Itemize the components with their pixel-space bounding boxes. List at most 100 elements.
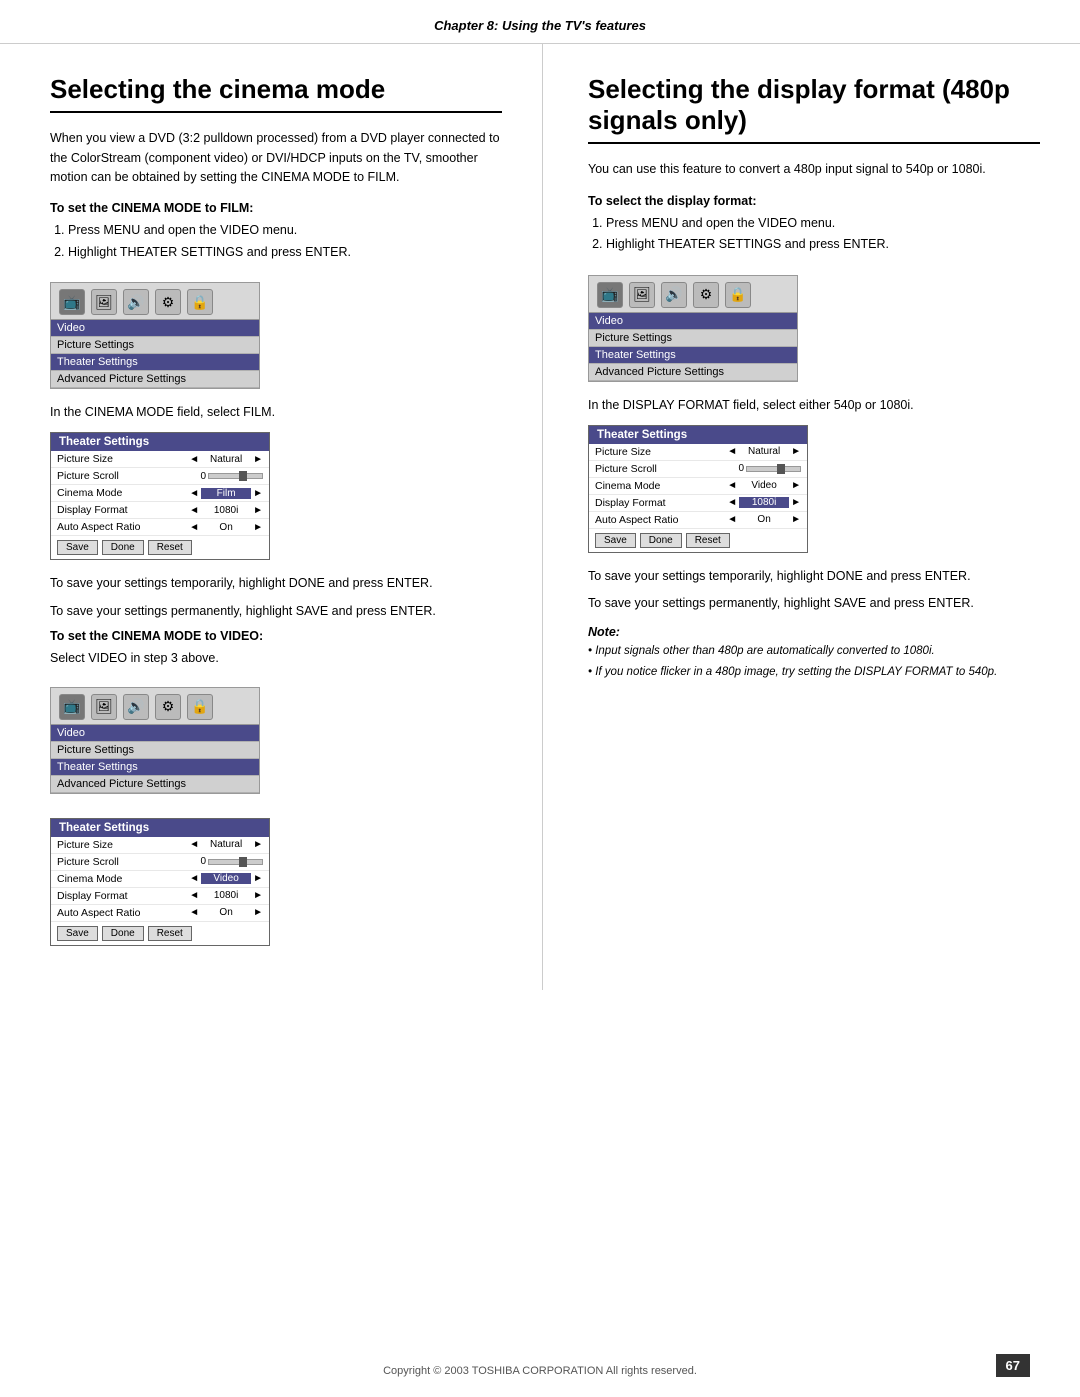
page-wrapper: Chapter 8: Using the TV's features Selec… bbox=[0, 0, 1080, 1397]
theater-row-size-video: Picture Size ◄ Natural ► bbox=[51, 837, 269, 854]
done-btn-1080[interactable]: Done bbox=[640, 533, 682, 548]
chapter-title: Chapter 8: Using the TV's features bbox=[434, 18, 646, 33]
right-step-1-2: Highlight THEATER SETTINGS and press ENT… bbox=[606, 235, 1040, 254]
menu-item-advanced-2: Advanced Picture Settings bbox=[51, 776, 259, 793]
right-menu-icon-4: ⚙ bbox=[693, 282, 719, 308]
theater-box-1080: Theater Settings Picture Size ◄ Natural … bbox=[588, 425, 808, 553]
left-intro: When you view a DVD (3:2 pulldown proces… bbox=[50, 129, 502, 187]
menu-icon-video: 📺 bbox=[59, 289, 85, 315]
right-steps-1: Press MENU and open the VIDEO menu. High… bbox=[606, 214, 1040, 255]
right-section1-heading: To select the display format: bbox=[588, 194, 1040, 208]
right-section-title: Selecting the display format (480p signa… bbox=[588, 74, 1040, 144]
save-btn-1080[interactable]: Save bbox=[595, 533, 636, 548]
right-menu-item-theater: Theater Settings bbox=[589, 347, 797, 364]
menu-item-picture-settings-2: Picture Settings bbox=[51, 742, 259, 759]
theater-box-video: Theater Settings Picture Size ◄ Natural … bbox=[50, 818, 270, 946]
right-step4a: To save your settings temporarily, highl… bbox=[588, 567, 1040, 586]
theater-header-film: Theater Settings bbox=[51, 433, 269, 451]
right-intro: You can use this feature to convert a 48… bbox=[588, 160, 1040, 179]
left-menu-screenshot-2: 📺 🖼 🔊 ⚙ 🔒 Video Picture Settings Theater… bbox=[50, 687, 260, 794]
theater-row-scroll-video: Picture Scroll 0 bbox=[51, 854, 269, 871]
right-menu-icon-video: 📺 bbox=[597, 282, 623, 308]
menu-icon-3b: 🔊 bbox=[123, 694, 149, 720]
note-label: Note: bbox=[588, 625, 620, 639]
theater-row-display-1080: Display Format ◄ 1080i ► bbox=[589, 495, 807, 512]
menu-icon-video-2: 📺 bbox=[59, 694, 85, 720]
right-menu-icons-bar: 📺 🖼 🔊 ⚙ 🔒 bbox=[589, 276, 797, 312]
theater-row-display-video: Display Format ◄ 1080i ► bbox=[51, 888, 269, 905]
theater-buttons-film: Save Done Reset bbox=[51, 536, 269, 559]
note-line-1: • Input signals other than 480p are auto… bbox=[588, 643, 1040, 660]
theater-row-scroll-film: Picture Scroll 0 bbox=[51, 468, 269, 485]
left-step3-film: In the CINEMA MODE field, select FILM. bbox=[50, 403, 502, 422]
note-section: Note: • Input signals other than 480p ar… bbox=[588, 624, 1040, 682]
theater-row-cinema-video: Cinema Mode ◄ Video ► bbox=[51, 871, 269, 888]
menu-icon-4b: ⚙ bbox=[155, 694, 181, 720]
theater-row-cinema-1080: Cinema Mode ◄ Video ► bbox=[589, 478, 807, 495]
right-step-1-1: Press MENU and open the VIDEO menu. bbox=[606, 214, 1040, 233]
left-step4b: To save your settings permanently, highl… bbox=[50, 602, 502, 621]
page-header: Chapter 8: Using the TV's features bbox=[0, 0, 1080, 44]
right-menu-icon-2: 🖼 bbox=[629, 282, 655, 308]
left-section2-intro: Select VIDEO in step 3 above. bbox=[50, 649, 502, 668]
theater-header-1080: Theater Settings bbox=[589, 426, 807, 444]
menu-icon-4: ⚙ bbox=[155, 289, 181, 315]
left-step4a: To save your settings temporarily, highl… bbox=[50, 574, 502, 593]
menu-icon-5: 🔒 bbox=[187, 289, 213, 315]
theater-row-aspect-video: Auto Aspect Ratio ◄ On ► bbox=[51, 905, 269, 922]
menu-icon-3: 🔊 bbox=[123, 289, 149, 315]
right-menu-body: Video Picture Settings Theater Settings … bbox=[589, 312, 797, 381]
menu-body-2: Video Picture Settings Theater Settings … bbox=[51, 724, 259, 793]
menu-item-theater-settings-2: Theater Settings bbox=[51, 759, 259, 776]
theater-buttons-1080: Save Done Reset bbox=[589, 529, 807, 552]
reset-btn-1080[interactable]: Reset bbox=[686, 533, 730, 548]
done-btn-video[interactable]: Done bbox=[102, 926, 144, 941]
menu-icons-bar-2: 📺 🖼 🔊 ⚙ 🔒 bbox=[51, 688, 259, 724]
note-line-2: • If you notice flicker in a 480p image,… bbox=[588, 664, 1040, 681]
theater-row-aspect-film: Auto Aspect Ratio ◄ On ► bbox=[51, 519, 269, 536]
left-section-title: Selecting the cinema mode bbox=[50, 74, 502, 113]
done-btn-film[interactable]: Done bbox=[102, 540, 144, 555]
menu-icon-2b: 🖼 bbox=[91, 694, 117, 720]
save-btn-film[interactable]: Save bbox=[57, 540, 98, 555]
menu-item-picture-settings: Picture Settings bbox=[51, 337, 259, 354]
theater-row-cinema-film: Cinema Mode ◄ Film ► bbox=[51, 485, 269, 502]
page-footer: Copyright © 2003 TOSHIBA CORPORATION All… bbox=[0, 1365, 1080, 1377]
reset-btn-video[interactable]: Reset bbox=[148, 926, 192, 941]
theater-row-scroll-1080: Picture Scroll 0 bbox=[589, 461, 807, 478]
theater-row-size-1080: Picture Size ◄ Natural ► bbox=[589, 444, 807, 461]
menu-label-2: Video bbox=[51, 725, 259, 742]
left-step-1-2: Highlight THEATER SETTINGS and press ENT… bbox=[68, 243, 502, 262]
theater-header-video: Theater Settings bbox=[51, 819, 269, 837]
theater-row-display-film: Display Format ◄ 1080i ► bbox=[51, 502, 269, 519]
right-menu-label: Video bbox=[589, 313, 797, 330]
left-step-1-1: Press MENU and open the VIDEO menu. bbox=[68, 221, 502, 240]
left-column: Selecting the cinema mode When you view … bbox=[0, 44, 543, 990]
right-menu-icon-3: 🔊 bbox=[661, 282, 687, 308]
right-menu-icon-5: 🔒 bbox=[725, 282, 751, 308]
left-steps-1: Press MENU and open the VIDEO menu. High… bbox=[68, 221, 502, 262]
right-menu-item-picture: Picture Settings bbox=[589, 330, 797, 347]
left-menu-screenshot-1: 📺 🖼 🔊 ⚙ 🔒 Video Picture Settings Theater… bbox=[50, 282, 260, 389]
menu-body-1: Video Picture Settings Theater Settings … bbox=[51, 319, 259, 388]
menu-item-advanced: Advanced Picture Settings bbox=[51, 371, 259, 388]
theater-row-aspect-1080: Auto Aspect Ratio ◄ On ► bbox=[589, 512, 807, 529]
save-btn-video[interactable]: Save bbox=[57, 926, 98, 941]
footer-copyright: Copyright © 2003 TOSHIBA CORPORATION All… bbox=[0, 1365, 1080, 1377]
menu-icon-5b: 🔒 bbox=[187, 694, 213, 720]
reset-btn-film[interactable]: Reset bbox=[148, 540, 192, 555]
left-section1-heading: To set the CINEMA MODE to FILM: bbox=[50, 201, 502, 215]
right-step4b: To save your settings permanently, highl… bbox=[588, 594, 1040, 613]
left-section2-heading: To set the CINEMA MODE to VIDEO: bbox=[50, 629, 502, 643]
menu-item-theater-settings: Theater Settings bbox=[51, 354, 259, 371]
menu-icon-2: 🖼 bbox=[91, 289, 117, 315]
right-step3: In the DISPLAY FORMAT field, select eith… bbox=[588, 396, 1040, 415]
theater-buttons-video: Save Done Reset bbox=[51, 922, 269, 945]
right-column: Selecting the display format (480p signa… bbox=[543, 44, 1080, 990]
menu-label: Video bbox=[51, 320, 259, 337]
menu-icons-bar: 📺 🖼 🔊 ⚙ 🔒 bbox=[51, 283, 259, 319]
content-columns: Selecting the cinema mode When you view … bbox=[0, 44, 1080, 990]
page-number: 67 bbox=[996, 1354, 1030, 1377]
right-menu-screenshot: 📺 🖼 🔊 ⚙ 🔒 Video Picture Settings Theater… bbox=[588, 275, 798, 382]
theater-box-film: Theater Settings Picture Size ◄ Natural … bbox=[50, 432, 270, 560]
